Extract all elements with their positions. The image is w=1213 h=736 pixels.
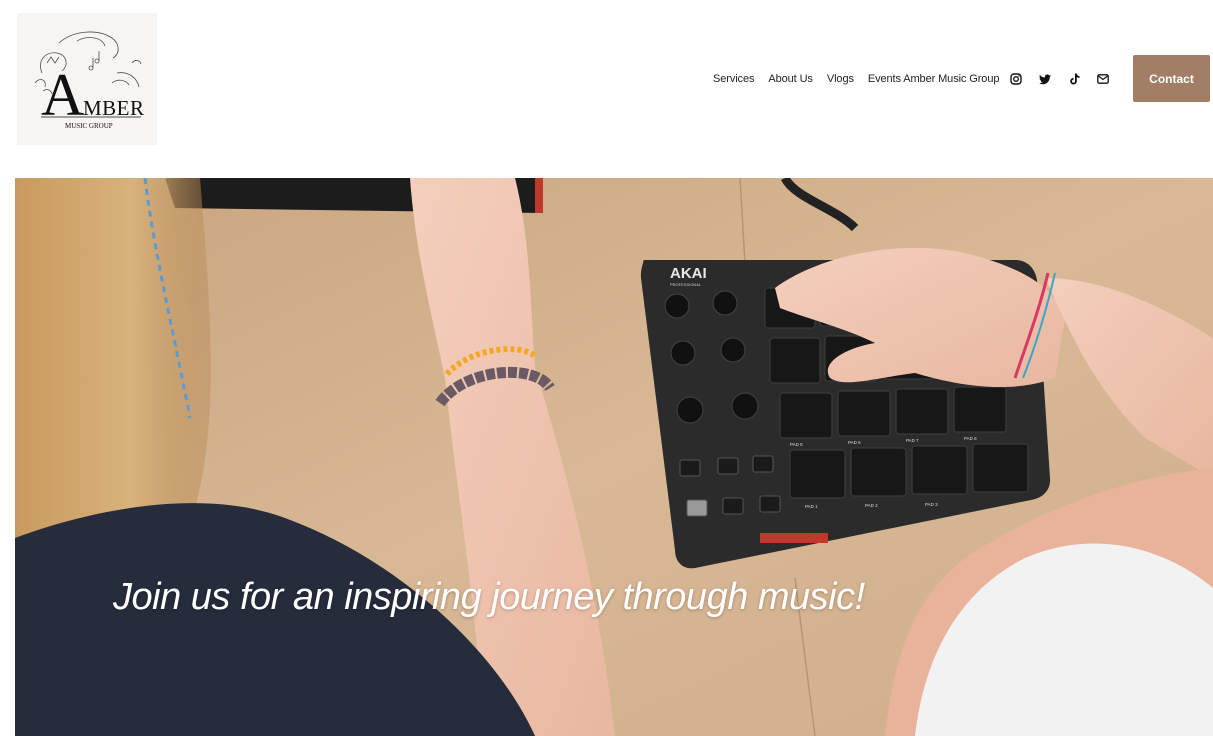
- device-brand: AKAI: [670, 265, 707, 282]
- pad-label-2: PAD 2: [865, 503, 878, 508]
- nav-vlogs[interactable]: Vlogs: [827, 73, 854, 85]
- pad-label-8: PAD 8: [964, 436, 977, 441]
- pad-label-5: PAD 5: [790, 442, 803, 447]
- nav-services[interactable]: Services: [713, 73, 754, 85]
- pad-label-3: PAD 3: [925, 502, 938, 507]
- social-links: [1007, 69, 1123, 89]
- logo-subtitle: MUSIC GROUP: [65, 122, 113, 130]
- amber-logo[interactable]: A MBER MUSIC GROUP: [17, 13, 157, 145]
- hero-headline: Join us for an inspiring journey through…: [113, 576, 865, 618]
- nav-about-us[interactable]: About Us: [768, 73, 813, 85]
- instagram-icon[interactable]: [1007, 70, 1025, 88]
- contact-button[interactable]: Contact: [1133, 55, 1210, 102]
- logo-letter-a: A: [41, 62, 84, 128]
- hero-image: AKAI PROFESSIONAL PAD 1 PAD 2 PAD 3 PAD …: [15, 178, 1213, 736]
- pad-label-1: PAD 1: [805, 504, 818, 509]
- pad-label-7: PAD 7: [906, 438, 919, 443]
- main-nav: Services About Us Vlogs Events Amber Mus…: [713, 70, 1013, 88]
- tiktok-icon[interactable]: [1065, 70, 1083, 88]
- email-icon[interactable]: [1094, 70, 1112, 88]
- twitter-icon[interactable]: [1036, 70, 1054, 88]
- page: A MBER MUSIC GROUP Services About Us Vlo…: [0, 0, 1213, 736]
- logo-wordmark: MBER: [83, 96, 145, 120]
- device-subbrand: PROFESSIONAL: [670, 282, 702, 287]
- nav-events[interactable]: Events Amber Music Group: [868, 73, 1000, 85]
- pad-label-6: PAD 6: [848, 440, 861, 445]
